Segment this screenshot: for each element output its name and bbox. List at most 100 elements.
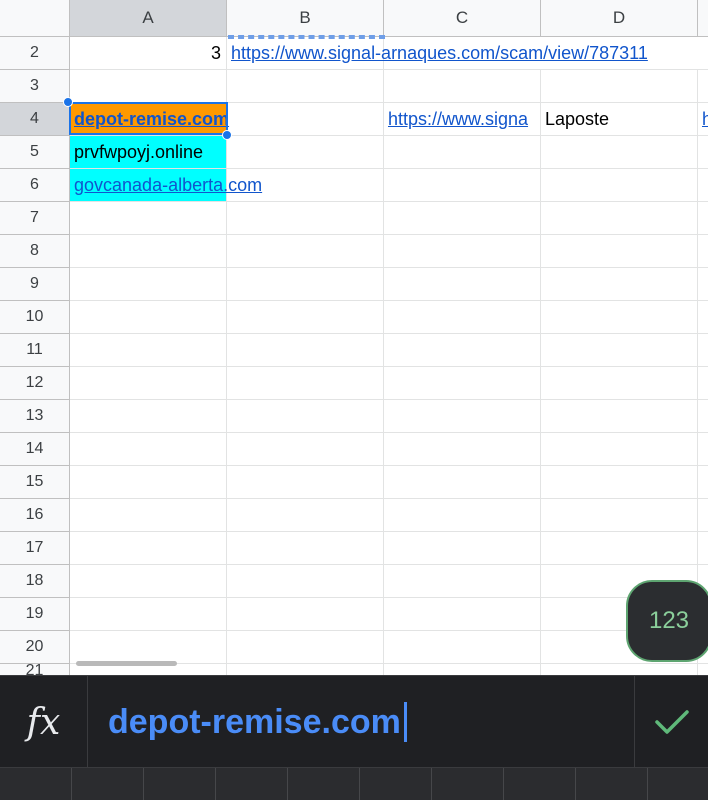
cell-e6[interactable] <box>698 169 708 202</box>
cell-b8[interactable] <box>227 235 384 268</box>
cell-c9[interactable] <box>384 268 541 301</box>
column-header-a[interactable]: A <box>70 0 227 37</box>
cell-d12[interactable] <box>541 367 698 400</box>
cell-c19[interactable] <box>384 598 541 631</box>
row-header-2[interactable]: 2 <box>0 37 70 70</box>
row-header-18[interactable]: 18 <box>0 565 70 598</box>
cell-c10[interactable] <box>384 301 541 334</box>
cell-a20[interactable] <box>70 631 227 664</box>
cell-d4[interactable]: Laposte <box>541 103 698 136</box>
cell-e3[interactable] <box>698 70 708 103</box>
cell-b9[interactable] <box>227 268 384 301</box>
keyboard-key[interactable] <box>648 768 708 800</box>
cell-a5[interactable]: prvfwpoyj.online <box>70 136 227 169</box>
row-header-13[interactable]: 13 <box>0 400 70 433</box>
row-header-17[interactable]: 17 <box>0 532 70 565</box>
cell-b2-link[interactable]: https://www.signal-arnaques.com/scam/vie… <box>231 43 648 63</box>
row-header-19[interactable]: 19 <box>0 598 70 631</box>
cell-a4-link[interactable]: depot-remise.com <box>74 109 229 129</box>
spreadsheet-grid[interactable]: A B C D 2 3 https://www.signal-arnaques.… <box>0 0 708 675</box>
row-header-16[interactable]: 16 <box>0 499 70 532</box>
cell-a4[interactable]: depot-remise.com <box>70 103 229 136</box>
cell-d3[interactable] <box>541 70 698 103</box>
cell-e8[interactable] <box>698 235 708 268</box>
cell-b13[interactable] <box>227 400 384 433</box>
formula-input[interactable]: depot-remise.com <box>108 676 407 768</box>
cell-e16[interactable] <box>698 499 708 532</box>
row-header-12[interactable]: 12 <box>0 367 70 400</box>
cell-e11[interactable] <box>698 334 708 367</box>
cell-c21[interactable] <box>384 664 541 675</box>
cell-e7[interactable] <box>698 202 708 235</box>
row-header-9[interactable]: 9 <box>0 268 70 301</box>
cell-e12[interactable] <box>698 367 708 400</box>
keyboard-key[interactable] <box>216 768 288 800</box>
cell-d7[interactable] <box>541 202 698 235</box>
cell-c7[interactable] <box>384 202 541 235</box>
keyboard-key[interactable] <box>360 768 432 800</box>
cell-c4-link[interactable]: https://www.signa <box>388 109 528 129</box>
cell-c13[interactable] <box>384 400 541 433</box>
cell-a9[interactable] <box>70 268 227 301</box>
cell-e14[interactable] <box>698 433 708 466</box>
cell-c3[interactable] <box>384 70 541 103</box>
cell-a6-link[interactable]: govcanada-alberta.com <box>74 175 262 195</box>
keyboard-key[interactable] <box>432 768 504 800</box>
cell-a11[interactable] <box>70 334 227 367</box>
cell-e5[interactable] <box>698 136 708 169</box>
cell-b10[interactable] <box>227 301 384 334</box>
keyboard-key[interactable] <box>576 768 648 800</box>
row-header-15[interactable]: 15 <box>0 466 70 499</box>
cell-d6[interactable] <box>541 169 698 202</box>
row-header-20[interactable]: 20 <box>0 631 70 664</box>
cell-d16[interactable] <box>541 499 698 532</box>
cell-c18[interactable] <box>384 565 541 598</box>
cell-d17[interactable] <box>541 532 698 565</box>
select-all-corner[interactable] <box>0 0 70 37</box>
cell-d11[interactable] <box>541 334 698 367</box>
cell-c8[interactable] <box>384 235 541 268</box>
cell-d9[interactable] <box>541 268 698 301</box>
cell-e17[interactable] <box>698 532 708 565</box>
cell-a13[interactable] <box>70 400 227 433</box>
cell-a2[interactable]: 3 <box>70 37 227 70</box>
cell-b19[interactable] <box>227 598 384 631</box>
cell-a6[interactable]: govcanada-alberta.com <box>70 169 262 202</box>
cell-d15[interactable] <box>541 466 698 499</box>
cell-a15[interactable] <box>70 466 227 499</box>
function-icon[interactable]: fx <box>0 676 88 768</box>
cell-e21[interactable] <box>698 664 708 675</box>
cell-a8[interactable] <box>70 235 227 268</box>
keyboard-key[interactable] <box>72 768 144 800</box>
cell-a17[interactable] <box>70 532 227 565</box>
cell-a14[interactable] <box>70 433 227 466</box>
cell-c5[interactable] <box>384 136 541 169</box>
cell-b3[interactable] <box>227 70 384 103</box>
cell-d8[interactable] <box>541 235 698 268</box>
cell-b21[interactable] <box>227 664 384 675</box>
row-header-5[interactable]: 5 <box>0 136 70 169</box>
cell-b12[interactable] <box>227 367 384 400</box>
cell-d5[interactable] <box>541 136 698 169</box>
cell-d13[interactable] <box>541 400 698 433</box>
keyboard-key[interactable] <box>288 768 360 800</box>
cell-a3[interactable] <box>70 70 227 103</box>
row-header-8[interactable]: 8 <box>0 235 70 268</box>
column-header-b[interactable]: B <box>227 0 384 37</box>
cell-b18[interactable] <box>227 565 384 598</box>
cell-b15[interactable] <box>227 466 384 499</box>
numeric-keyboard-button[interactable]: 123 <box>626 580 708 662</box>
cell-e10[interactable] <box>698 301 708 334</box>
keyboard-key[interactable] <box>504 768 576 800</box>
cell-c11[interactable] <box>384 334 541 367</box>
horizontal-scrollbar[interactable] <box>76 661 177 666</box>
cell-c15[interactable] <box>384 466 541 499</box>
cell-a16[interactable] <box>70 499 227 532</box>
cell-c12[interactable] <box>384 367 541 400</box>
cell-e13[interactable] <box>698 400 708 433</box>
column-header-e[interactable] <box>698 0 708 37</box>
cell-b4[interactable] <box>227 103 384 136</box>
column-header-c[interactable]: C <box>384 0 541 37</box>
cell-b16[interactable] <box>227 499 384 532</box>
cell-b20[interactable] <box>227 631 384 664</box>
